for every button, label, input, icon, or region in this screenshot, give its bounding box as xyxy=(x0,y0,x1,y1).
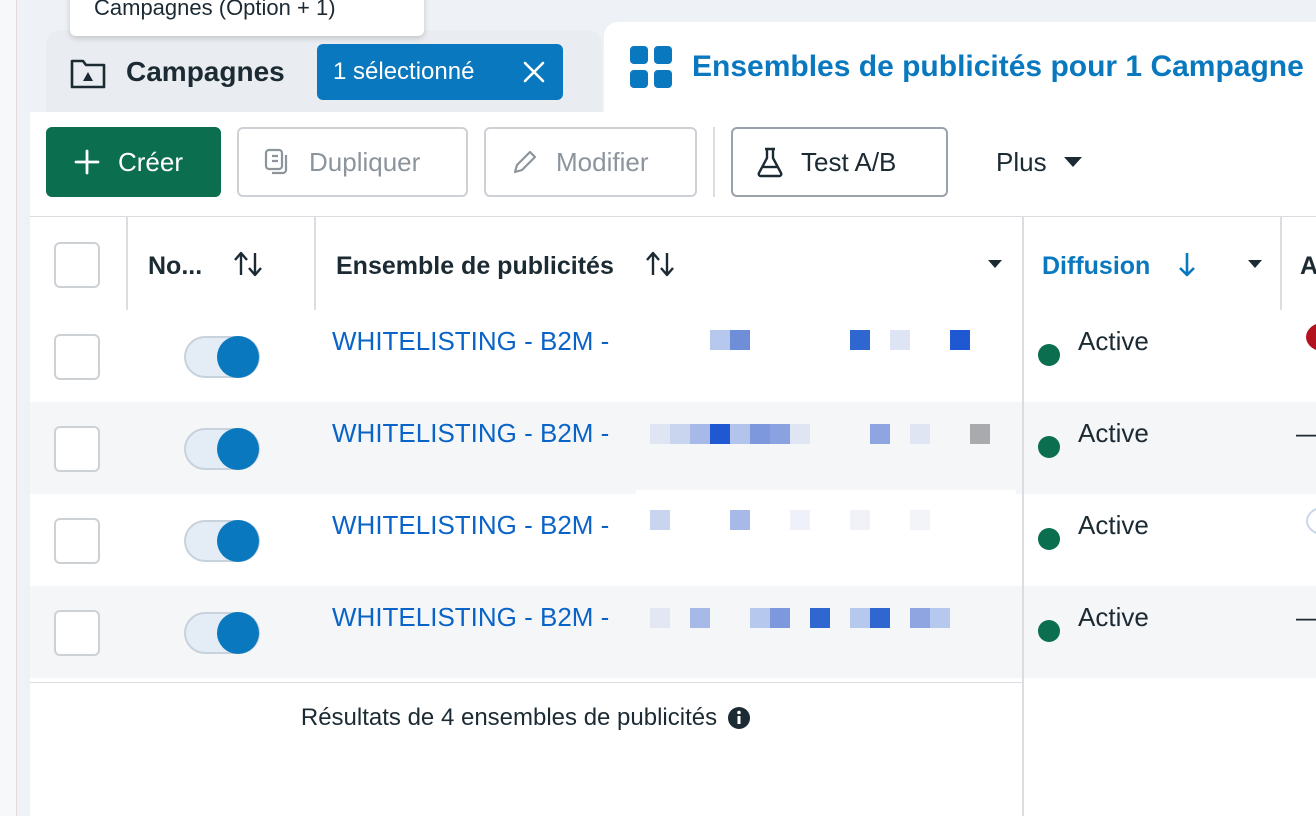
plus-icon xyxy=(74,149,100,175)
table-row[interactable]: WHITELISTING - B2M - Active — xyxy=(30,586,1316,678)
tab-campaigns-title: Campagnes xyxy=(126,56,285,87)
status-text: Active xyxy=(1078,418,1149,448)
adset-name-link[interactable]: WHITELISTING - B2M - xyxy=(332,326,609,357)
row-toggle[interactable] xyxy=(184,520,260,562)
duplicate-icon xyxy=(264,148,288,175)
toolbar: Créer Dupliquer Modifier Test A/B Plus xyxy=(30,112,1316,217)
row-checkbox[interactable] xyxy=(54,334,100,380)
redacted-block xyxy=(636,586,1016,678)
status-dot xyxy=(1038,344,1060,366)
table-row[interactable]: WHITELISTING - B2M - Active xyxy=(30,310,1316,408)
status-text: Active xyxy=(1078,326,1149,356)
status-indicator-red xyxy=(1306,322,1316,352)
next-column-value: — xyxy=(1296,602,1316,633)
toggle-knob xyxy=(217,336,259,378)
results-label: Résultats de 4 ensembles de publicités xyxy=(300,704,718,731)
column-divider xyxy=(1022,216,1024,816)
column-menu-caret[interactable] xyxy=(1248,260,1262,268)
left-rail xyxy=(0,0,17,816)
status-dot xyxy=(1038,620,1060,642)
toolbar-divider xyxy=(713,127,715,197)
selection-chip[interactable]: 1 sélectionné xyxy=(317,44,563,100)
row-toggle[interactable] xyxy=(184,428,260,470)
more-button-label: Plus xyxy=(996,146,1047,177)
table-row[interactable]: WHITELISTING - B2M - Active xyxy=(30,490,1316,590)
arrow-down-icon[interactable] xyxy=(1176,250,1198,278)
table-header: No... Ensemble de publicités Diffusion A xyxy=(30,216,1316,310)
status-dot xyxy=(1038,528,1060,550)
results-summary: Résultats de 4 ensembles de publicités xyxy=(30,682,1022,753)
status-indicator-outline xyxy=(1306,506,1316,536)
close-icon[interactable] xyxy=(521,59,547,85)
info-icon[interactable] xyxy=(727,706,751,730)
column-menu-caret[interactable] xyxy=(988,260,1002,268)
status-text: Active xyxy=(1078,510,1149,540)
more-button[interactable]: Plus xyxy=(982,127,1112,197)
status-dot xyxy=(1038,436,1060,458)
redacted-block xyxy=(636,310,1016,408)
next-column-value: — xyxy=(1296,418,1316,449)
duplicate-button[interactable]: Dupliquer xyxy=(237,127,468,197)
ab-test-button-label: Test A/B xyxy=(801,146,897,177)
column-header-next[interactable]: A xyxy=(1300,252,1316,281)
pencil-icon xyxy=(513,150,537,174)
row-checkbox[interactable] xyxy=(54,610,100,656)
adset-name-link[interactable]: WHITELISTING - B2M - xyxy=(332,418,609,449)
edit-button[interactable]: Modifier xyxy=(484,127,697,197)
ab-test-button[interactable]: Test A/B xyxy=(731,127,948,197)
toggle-knob xyxy=(217,428,259,470)
redacted-block xyxy=(636,490,1016,590)
grid-icon xyxy=(630,46,672,88)
duplicate-button-label: Dupliquer xyxy=(309,146,421,177)
folder-icon xyxy=(70,59,106,89)
select-all-checkbox[interactable] xyxy=(54,242,100,288)
column-divider xyxy=(126,216,128,310)
edit-button-label: Modifier xyxy=(556,146,649,177)
column-divider xyxy=(1280,216,1282,310)
row-toggle[interactable] xyxy=(184,336,260,378)
sort-icon[interactable] xyxy=(232,250,264,278)
column-header-name[interactable]: No... xyxy=(148,252,202,281)
redacted-block xyxy=(636,402,1016,494)
adset-name-link[interactable]: WHITELISTING - B2M - xyxy=(332,510,609,541)
flask-icon xyxy=(757,147,783,178)
row-checkbox[interactable] xyxy=(54,426,100,472)
caret-down-icon xyxy=(1063,157,1082,167)
toggle-knob xyxy=(217,612,259,654)
selection-chip-label: 1 sélectionné xyxy=(333,58,475,85)
toggle-knob xyxy=(217,520,259,562)
column-divider xyxy=(314,216,316,310)
status-text: Active xyxy=(1078,602,1149,632)
row-checkbox[interactable] xyxy=(54,518,100,564)
adsets-panel: Créer Dupliquer Modifier Test A/B Plus N… xyxy=(30,112,1316,816)
adset-name-link[interactable]: WHITELISTING - B2M - xyxy=(332,602,609,633)
column-header-delivery[interactable]: Diffusion xyxy=(1042,252,1150,281)
tooltip: Campagnes (Option + 1) xyxy=(70,0,424,36)
tab-adsets-title: Ensembles de publicités pour 1 Campagne xyxy=(692,50,1304,83)
create-button-label: Créer xyxy=(118,146,184,177)
tab-campaigns[interactable]: Campagnes 1 sélectionné xyxy=(46,30,602,112)
column-header-adset[interactable]: Ensemble de publicités xyxy=(336,252,614,281)
create-button[interactable]: Créer xyxy=(46,127,221,197)
tab-adsets[interactable]: Ensembles de publicités pour 1 Campagne xyxy=(604,22,1316,112)
tooltip-text: Campagnes (Option + 1) xyxy=(94,0,336,20)
row-toggle[interactable] xyxy=(184,612,260,654)
sort-icon[interactable] xyxy=(644,250,676,278)
table-row[interactable]: WHITELISTING - B2M - Active — xyxy=(30,402,1316,494)
